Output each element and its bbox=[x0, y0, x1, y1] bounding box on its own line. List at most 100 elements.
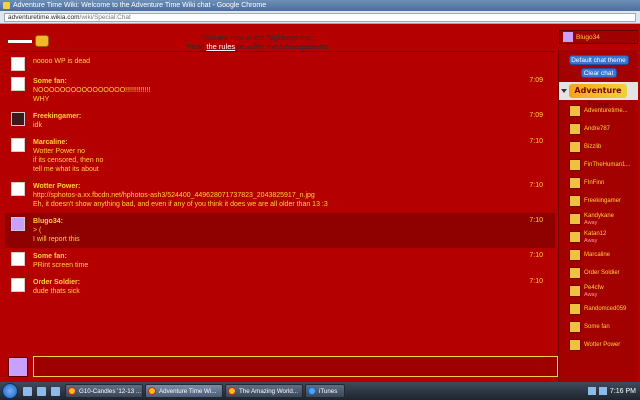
rules-link[interactable]: the rules bbox=[206, 42, 235, 51]
taskbar-button-label: The Amazing World... bbox=[239, 387, 299, 395]
notice-rest: or suffer the consequences. bbox=[237, 42, 330, 51]
taskbar: G10-Candles '12-13 ... Adventure Time Wi.… bbox=[0, 382, 640, 400]
message-time: 7:10 bbox=[529, 217, 543, 224]
chat-notice: You are now in the Nightosphere. Read th… bbox=[183, 33, 333, 51]
avatar[interactable] bbox=[11, 278, 25, 292]
start-button[interactable] bbox=[2, 383, 18, 399]
message-text: WHY bbox=[33, 96, 50, 103]
message-text: idk bbox=[33, 122, 42, 129]
show-desktop-icon[interactable] bbox=[23, 386, 32, 396]
explorer-icon[interactable] bbox=[37, 386, 46, 396]
avatar bbox=[569, 249, 581, 261]
user-list-item[interactable]: Pe4cfw Away bbox=[559, 282, 638, 300]
adventure-time-logo: Adventure Time bbox=[569, 84, 627, 109]
user-label: FinTheHuman1... bbox=[584, 161, 630, 169]
user-list-item[interactable]: Order Soldier bbox=[559, 264, 638, 282]
chat-message[interactable]: Some fan: PRint screen time 7:10 bbox=[5, 248, 555, 274]
avatar[interactable] bbox=[11, 217, 25, 231]
message-author[interactable]: Some fan: bbox=[33, 252, 555, 261]
avatar bbox=[569, 177, 581, 189]
user-list-item[interactable]: Bizzlib bbox=[559, 138, 638, 156]
message-author[interactable]: Order Soldier: bbox=[33, 278, 555, 287]
message-text: Eh, it doesn't show anything bad, and ev… bbox=[33, 201, 328, 208]
taskbar-button[interactable]: G10-Candles '12-13 ... bbox=[65, 384, 143, 398]
message-text: Wotter Power no bbox=[33, 148, 86, 155]
user-label: Andre787 bbox=[584, 125, 610, 133]
message-input[interactable] bbox=[33, 356, 558, 377]
clock[interactable]: 7:16 PM bbox=[610, 388, 636, 395]
user-status: Away bbox=[584, 238, 598, 244]
chat-message[interactable]: noooo WP is dead bbox=[5, 53, 555, 73]
user-list-item[interactable]: Marcaline bbox=[559, 246, 638, 264]
chrome-icon bbox=[148, 387, 156, 395]
user-list: Adventuretime... Andre787 Bizzlib FinTheHum… bbox=[559, 102, 638, 354]
chat-message[interactable]: Marcaline: Wotter Power no if its censored… bbox=[5, 134, 555, 178]
chat-header: You are now in the Nightosphere. Read th… bbox=[5, 30, 555, 52]
avatar[interactable] bbox=[11, 182, 25, 196]
message-author[interactable]: Freekingamer: bbox=[33, 112, 555, 121]
user-name: Wotter Power bbox=[584, 342, 621, 348]
avatar[interactable] bbox=[11, 77, 25, 91]
taskbar-button[interactable]: Adventure Time Wi... bbox=[145, 384, 223, 398]
taskbar-button[interactable]: The Amazing World... bbox=[225, 384, 303, 398]
chat-message[interactable]: Some fan: NOOOOOOOOOOOOOOOO!!!!!!!!!!!!! W… bbox=[5, 73, 555, 108]
message-text: PRint screen time bbox=[33, 262, 89, 269]
wiki-logo[interactable] bbox=[8, 32, 68, 50]
volume-icon[interactable] bbox=[598, 387, 607, 395]
collapse-triangle-icon[interactable] bbox=[561, 89, 567, 93]
taskbar-button-label: G10-Candles '12-13 ... bbox=[79, 387, 142, 395]
window-title: Adventure Time Wiki: Welcome to the Adve… bbox=[13, 2, 267, 9]
message-text: dude thats sick bbox=[33, 288, 80, 295]
address-bar[interactable]: adventuretime.wikia.com/wiki/Special:Cha… bbox=[0, 11, 640, 24]
user-name: FInFinn bbox=[584, 180, 605, 186]
user-list-item[interactable]: Kandykane Away bbox=[559, 210, 638, 228]
avatar bbox=[569, 195, 581, 207]
url-field[interactable]: adventuretime.wikia.com/wiki/Special:Cha… bbox=[4, 13, 636, 22]
notice-read: Read bbox=[186, 42, 205, 51]
user-list-item[interactable]: Randomced059 bbox=[559, 300, 638, 318]
chat-theme-button[interactable]: Default chat theme bbox=[568, 55, 629, 65]
user-list-item[interactable]: FinTheHuman1... bbox=[559, 156, 638, 174]
network-icon[interactable] bbox=[587, 387, 596, 395]
user-list-item[interactable]: Some fan bbox=[559, 318, 638, 336]
current-user-chip[interactable]: Blugo34 bbox=[559, 30, 638, 44]
message-author[interactable]: Wotter Power: bbox=[33, 182, 555, 191]
user-list-item[interactable]: FInFinn bbox=[559, 174, 638, 192]
avatar bbox=[563, 32, 573, 42]
url-path: /wiki/Special:Chat bbox=[79, 14, 131, 21]
user-name: Randomced059 bbox=[584, 306, 627, 312]
avatar[interactable] bbox=[11, 252, 25, 266]
user-list-item[interactable]: Freekingamer bbox=[559, 192, 638, 210]
user-label: Pe4cfw Away bbox=[584, 284, 604, 298]
message-author[interactable]: Marcaline: bbox=[33, 138, 555, 147]
message-author[interactable]: Some fan: bbox=[33, 77, 555, 86]
message-list[interactable]: noooo WP is dead Some fan: NOOOOOOOOOOOOOO… bbox=[5, 53, 555, 351]
user-list-item[interactable]: Andre787 bbox=[559, 120, 638, 138]
avatar bbox=[569, 105, 581, 117]
chat-message[interactable]: Wotter Power: http://sphotos-a.xx.fbcdn.n… bbox=[5, 178, 555, 213]
chat-message[interactable]: Freekingamer: idk 7:09 bbox=[5, 108, 555, 134]
message-author[interactable]: Blugo34: bbox=[33, 217, 555, 226]
avatar[interactable] bbox=[11, 112, 25, 126]
message-time: 7:10 bbox=[529, 138, 543, 145]
user-label: Freekingamer bbox=[584, 197, 621, 205]
user-name: Kandykane bbox=[584, 213, 615, 219]
user-label: Katan12 Away bbox=[584, 230, 606, 244]
logo-image bbox=[35, 35, 49, 47]
taskbar-button[interactable]: iTunes bbox=[305, 384, 345, 398]
avatar[interactable] bbox=[11, 138, 25, 152]
user-list-item[interactable]: Wotter Power bbox=[559, 336, 638, 354]
avatar[interactable] bbox=[11, 57, 25, 71]
task-list: G10-Candles '12-13 ... Adventure Time Wi.… bbox=[65, 384, 347, 398]
chat-message[interactable]: Blugo34: > (I will report this 7:10 bbox=[5, 213, 555, 248]
user-list-item[interactable]: Adventuretime... bbox=[559, 102, 638, 120]
chat-message[interactable]: Order Soldier: dude thats sick 7:10 bbox=[5, 274, 555, 300]
media-player-icon[interactable] bbox=[51, 386, 60, 396]
avatar bbox=[569, 267, 581, 279]
clear-chat-button[interactable]: Clear chat bbox=[580, 68, 617, 78]
user-label: Kandykane Away bbox=[584, 212, 614, 226]
user-list-item[interactable]: Katan12 Away bbox=[559, 228, 638, 246]
wiki-room-header[interactable]: Adventure Time bbox=[559, 82, 638, 109]
message-text: NOOOOOOOOOOOOOOOO!!!!!!!!!!!!! bbox=[33, 87, 151, 94]
avatar bbox=[569, 339, 581, 351]
